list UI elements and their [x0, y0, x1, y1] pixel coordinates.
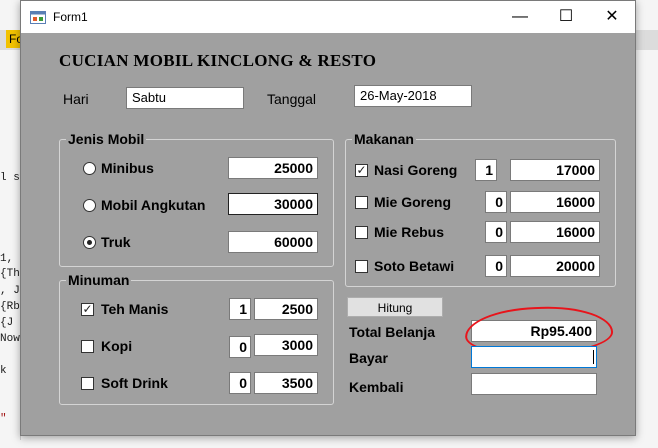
kembali-field[interactable]	[471, 373, 597, 395]
code-line: {J	[0, 317, 14, 329]
tanggal-field[interactable]: 26-May-2018	[354, 85, 472, 107]
truk-label: Truk	[101, 234, 131, 250]
teh-manis-label: Teh Manis	[101, 301, 169, 317]
form-icon	[30, 11, 46, 24]
soft-drink-qty[interactable]: 0	[229, 372, 251, 394]
checkbox-soto-betawi[interactable]	[355, 260, 368, 273]
code-line: 1,	[0, 253, 14, 265]
form-client-area: CUCIAN MOBIL KINCLONG & RESTO Hari Sabtu…	[21, 33, 635, 435]
total-belanja-label: Total Belanja	[349, 324, 436, 340]
text-caret	[593, 350, 594, 364]
checkbox-nasi-goreng[interactable]: ✓	[355, 164, 368, 177]
hari-label: Hari	[63, 91, 89, 107]
tanggal-label: Tanggal	[267, 91, 317, 107]
code-line: k	[0, 365, 7, 377]
code-line: {Rb	[0, 301, 20, 313]
checkbox-soft-drink[interactable]	[81, 377, 94, 390]
code-line: "	[0, 413, 7, 425]
nasi-goreng-price[interactable]: 17000	[510, 159, 600, 181]
code-line: Now	[0, 333, 20, 345]
form-window: Form1 — ☐ ✕ CUCIAN MOBIL KINCLONG & REST…	[20, 0, 636, 436]
truk-price[interactable]: 60000	[228, 231, 318, 253]
checkbox-mie-goreng[interactable]	[355, 196, 368, 209]
code-line: {Th	[0, 268, 20, 280]
minibus-label: Minibus	[101, 160, 154, 176]
radio-truk[interactable]	[83, 236, 96, 249]
mie-goreng-label: Mie Goreng	[374, 194, 452, 210]
minimize-button[interactable]: —	[497, 1, 543, 33]
window-title: Form1	[53, 10, 88, 24]
close-button[interactable]: ✕	[589, 1, 635, 33]
mie-rebus-qty[interactable]: 0	[485, 221, 507, 243]
jenis-mobil-title: Jenis Mobil	[66, 131, 147, 147]
page-title: CUCIAN MOBIL KINCLONG & RESTO	[59, 51, 377, 70]
hari-field[interactable]: Sabtu	[126, 87, 244, 109]
bayar-field[interactable]	[471, 346, 597, 368]
kopi-label: Kopi	[101, 338, 133, 354]
mie-rebus-label: Mie Rebus	[374, 224, 445, 240]
teh-manis-price[interactable]: 2500	[254, 298, 318, 320]
soft-drink-price[interactable]: 3500	[254, 372, 318, 394]
minibus-price[interactable]: 25000	[228, 157, 318, 179]
checkbox-teh-manis[interactable]: ✓	[81, 303, 94, 316]
checkbox-kopi[interactable]	[81, 340, 94, 353]
title-bar[interactable]: Form1 — ☐ ✕	[21, 1, 635, 33]
radio-minibus[interactable]	[83, 162, 96, 175]
code-line: , J	[0, 285, 20, 297]
checkbox-mie-rebus[interactable]	[355, 226, 368, 239]
mie-goreng-price[interactable]: 16000	[510, 191, 600, 213]
maximize-button[interactable]: ☐	[543, 1, 589, 33]
minuman-title: Minuman	[66, 272, 132, 288]
bayar-label: Bayar	[349, 350, 388, 366]
mobil-angkutan-label: Mobil Angkutan	[101, 197, 206, 213]
nasi-goreng-label: Nasi Goreng	[374, 162, 458, 178]
nasi-goreng-qty[interactable]: 1	[475, 159, 497, 181]
code-line: l s	[0, 172, 20, 184]
makanan-title: Makanan	[352, 131, 416, 147]
soft-drink-label: Soft Drink	[101, 375, 168, 391]
soto-betawi-price[interactable]: 20000	[510, 255, 600, 277]
mie-rebus-price[interactable]: 16000	[510, 221, 600, 243]
mie-goreng-qty[interactable]: 0	[485, 191, 507, 213]
kembali-label: Kembali	[349, 379, 404, 395]
kopi-qty[interactable]: 0	[229, 336, 251, 358]
radio-mobil-angkutan[interactable]	[83, 199, 96, 212]
kopi-price[interactable]: 3000	[254, 334, 318, 356]
mobil-angkutan-price[interactable]: 30000	[228, 193, 318, 215]
soto-betawi-label: Soto Betawi	[374, 258, 455, 274]
hitung-button[interactable]: Hitung	[347, 297, 443, 317]
soto-betawi-qty[interactable]: 0	[485, 255, 507, 277]
teh-manis-qty[interactable]: 1	[229, 298, 251, 320]
